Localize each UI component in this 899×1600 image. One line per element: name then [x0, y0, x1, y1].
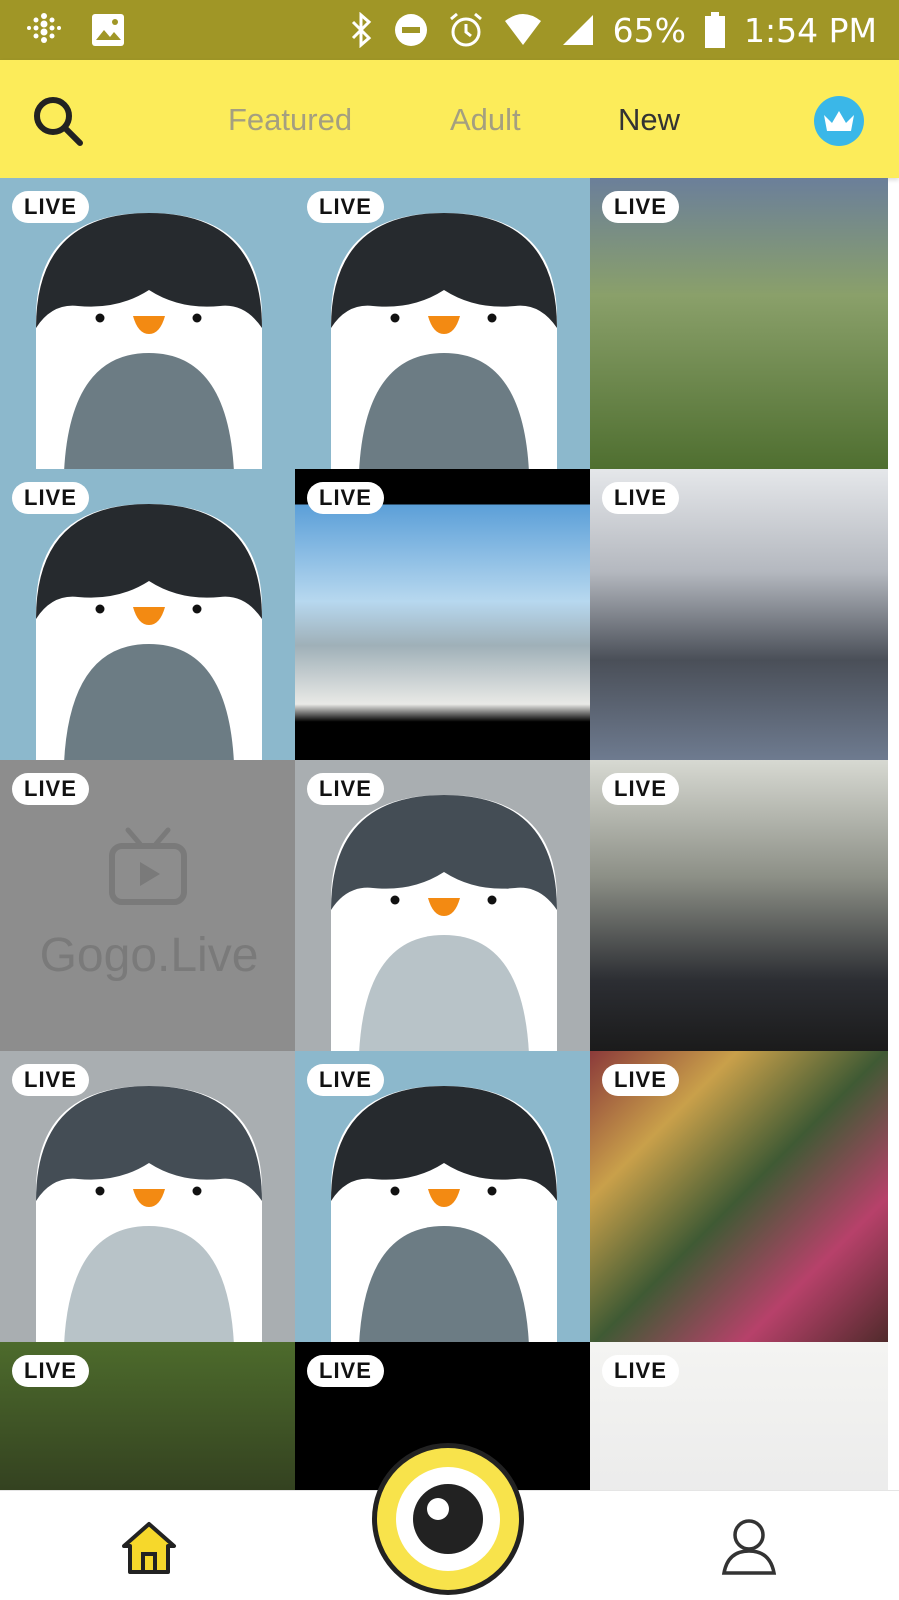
clock: 1:54 PM: [744, 10, 877, 50]
status-bar: 65% 1:54 PM: [0, 0, 899, 60]
fitbit-icon: [24, 10, 64, 50]
live-badge: LIVE: [602, 482, 679, 514]
live-badge: LIVE: [12, 191, 89, 223]
home-icon: [122, 1522, 176, 1574]
top-navigation: Featured Adult New: [0, 60, 899, 178]
live-badge: LIVE: [602, 1355, 679, 1387]
vip-button[interactable]: [814, 96, 864, 146]
live-badge: LIVE: [307, 1064, 384, 1096]
live-stream-tile[interactable]: LIVE: [295, 469, 593, 763]
live-badge: LIVE: [602, 773, 679, 805]
signal-icon: [561, 13, 595, 47]
profile-icon: [721, 1519, 777, 1575]
live-badge: LIVE: [12, 1355, 89, 1387]
live-stream-tile[interactable]: Gogo.Live LIVE: [0, 760, 298, 1054]
tab-adult[interactable]: Adult: [450, 102, 521, 138]
live-badge: LIVE: [12, 482, 89, 514]
tab-featured[interactable]: Featured: [228, 102, 352, 138]
search-button[interactable]: [30, 93, 86, 149]
live-badge: LIVE: [12, 1064, 89, 1096]
camera-icon: [396, 1467, 500, 1571]
go-live-camera-button[interactable]: [372, 1443, 524, 1595]
live-stream-tile[interactable]: LIVE: [590, 1342, 888, 1490]
battery-icon: [704, 11, 726, 49]
live-stream-tile[interactable]: LIVE: [0, 1051, 298, 1345]
profile-button[interactable]: [720, 1515, 778, 1577]
alarm-icon: [447, 11, 485, 49]
placeholder-brand: Gogo.Live: [39, 929, 259, 982]
live-badge: LIVE: [307, 191, 384, 223]
tab-new[interactable]: New: [618, 102, 680, 138]
live-stream-tile[interactable]: LIVE: [590, 1051, 888, 1345]
live-badge: LIVE: [307, 1355, 384, 1387]
bluetooth-icon: [349, 12, 375, 48]
live-stream-tile[interactable]: LIVE: [0, 178, 298, 472]
live-stream-tile[interactable]: LIVE: [0, 469, 298, 763]
image-icon: [90, 12, 126, 48]
home-button[interactable]: [118, 1516, 180, 1578]
live-badge: LIVE: [307, 482, 384, 514]
crown-icon: [824, 111, 854, 131]
live-stream-tile[interactable]: LIVE: [590, 178, 888, 472]
live-badge: LIVE: [12, 773, 89, 805]
wifi-icon: [503, 13, 543, 47]
live-stream-tile[interactable]: LIVE: [295, 760, 593, 1054]
search-icon: [34, 97, 83, 146]
live-stream-tile[interactable]: LIVE: [0, 1342, 298, 1490]
live-stream-tile[interactable]: LIVE: [295, 1051, 593, 1345]
live-stream-tile[interactable]: LIVE: [590, 760, 888, 1054]
battery-percent: 65%: [612, 10, 687, 50]
live-badge: LIVE: [602, 1064, 679, 1096]
live-stream-tile[interactable]: LIVE: [590, 469, 888, 763]
do-not-disturb-icon: [393, 12, 429, 48]
live-badge: LIVE: [307, 773, 384, 805]
live-badge: LIVE: [602, 191, 679, 223]
live-stream-tile[interactable]: LIVE: [295, 178, 593, 472]
live-stream-grid: LIVE LIVE LIVE LIVE LIVE LIVE Gogo.Live LIVE…: [0, 178, 899, 1490]
